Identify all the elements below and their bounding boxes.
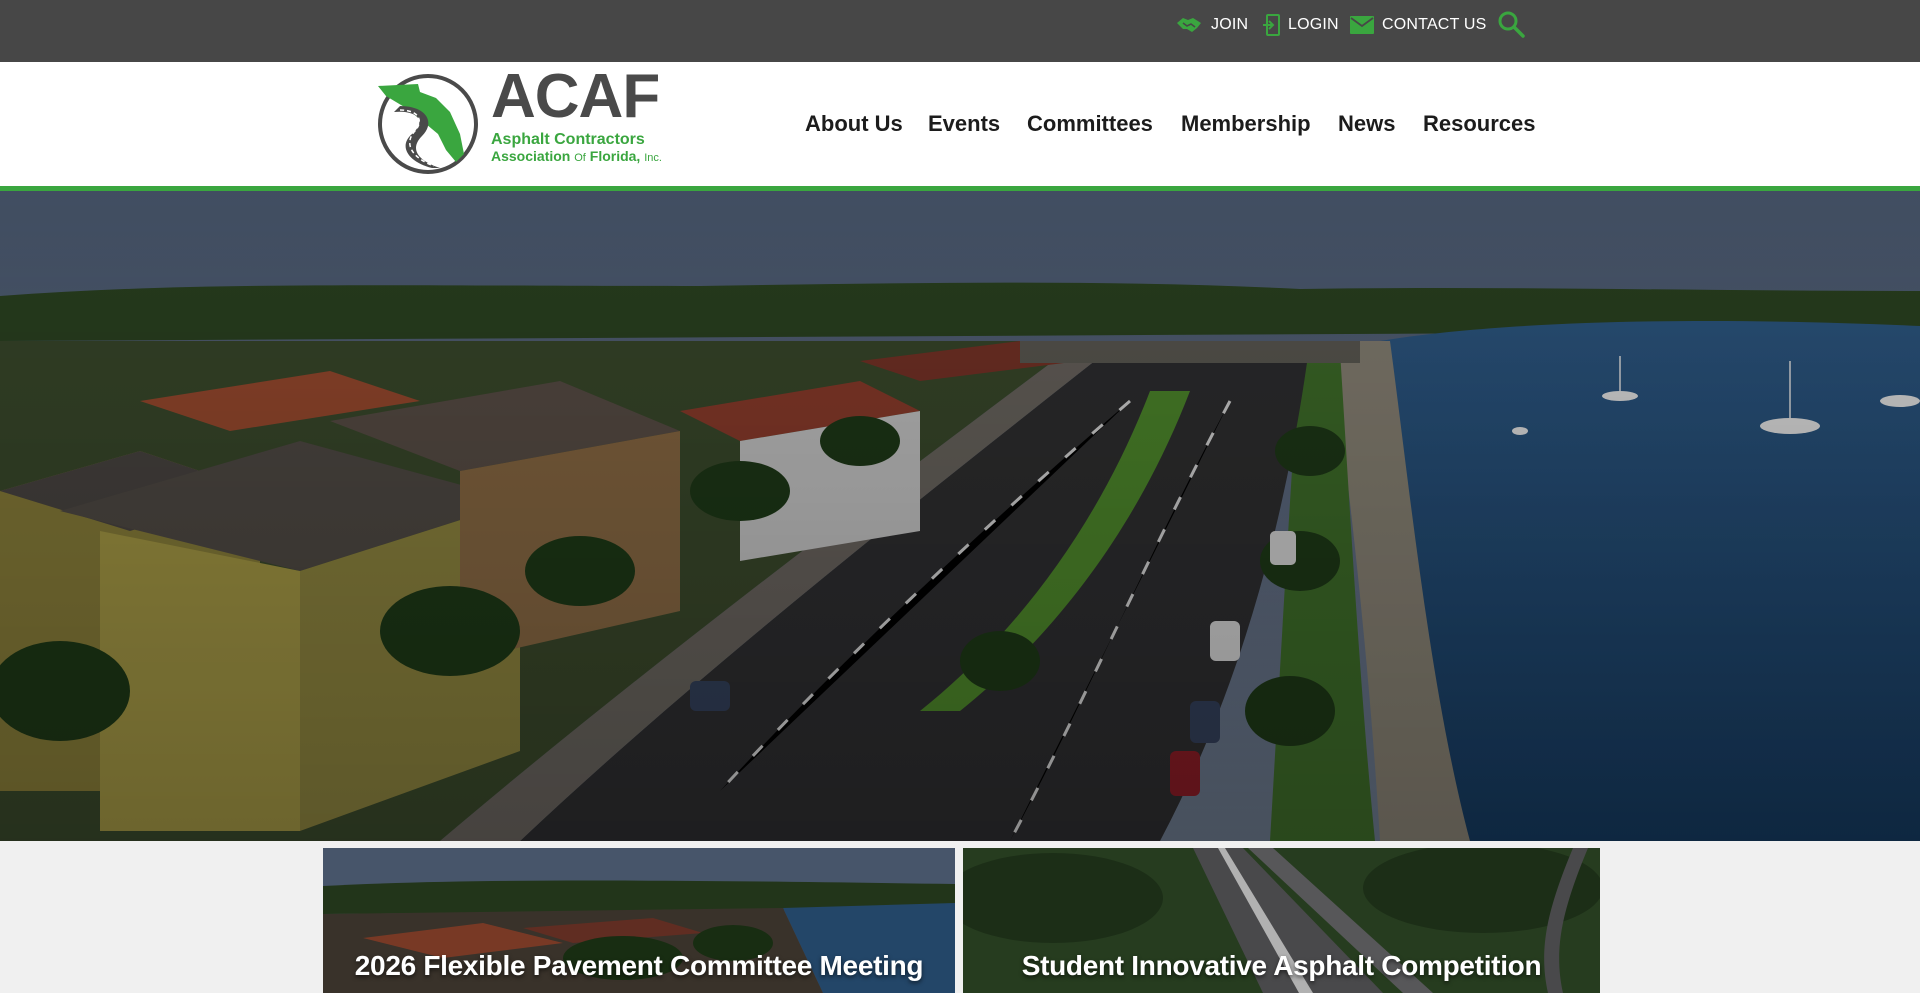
utility-bar — [0, 0, 1920, 62]
featured-card-student-competition[interactable]: Student Innovative Asphalt Competition — [963, 848, 1600, 993]
acaf-logo[interactable]: ACAF Asphalt Contractors Association Of … — [376, 66, 666, 176]
contact-us-label: CONTACT US — [1382, 16, 1487, 33]
nav-membership[interactable]: Membership — [1181, 62, 1311, 186]
search-button[interactable] — [1497, 0, 1533, 48]
logo-wordmark: ACAF — [491, 62, 660, 131]
handshake-icon — [1175, 15, 1203, 35]
contact-us-link[interactable]: CONTACT US — [1350, 0, 1487, 50]
login-link[interactable]: LOGIN — [1262, 0, 1339, 50]
logo-line-2-association: Association — [491, 148, 571, 164]
card-title: 2026 Flexible Pavement Committee Meeting — [354, 950, 924, 981]
nav-committees[interactable]: Committees — [1027, 62, 1153, 186]
logo-line-2-inc: Inc. — [644, 152, 662, 164]
join-link[interactable]: JOIN — [1175, 0, 1248, 50]
nav-news[interactable]: News — [1338, 62, 1395, 186]
logo-line-2: Association Of Florida, Inc. — [491, 149, 662, 164]
login-icon — [1262, 14, 1280, 36]
logo-line-2-florida: Florida, — [589, 148, 641, 164]
join-label: JOIN — [1211, 16, 1249, 33]
logo-line-1: Asphalt Contractors — [491, 131, 645, 148]
hero-image — [0, 191, 1920, 841]
featured-cards-area — [0, 841, 1920, 993]
search-icon — [1497, 10, 1525, 38]
login-label: LOGIN — [1288, 16, 1339, 33]
logo-line-2-of: Of — [574, 152, 586, 164]
nav-about-us[interactable]: About Us — [805, 62, 903, 186]
nav-resources[interactable]: Resources — [1423, 62, 1536, 186]
featured-card-flexible-pavement[interactable]: 2026 Flexible Pavement Committee Meeting — [323, 848, 955, 993]
card-title: Student Innovative Asphalt Competition — [1021, 950, 1542, 981]
florida-road-logo-icon — [378, 74, 478, 174]
nav-events[interactable]: Events — [928, 62, 1000, 186]
envelope-icon — [1350, 16, 1374, 34]
